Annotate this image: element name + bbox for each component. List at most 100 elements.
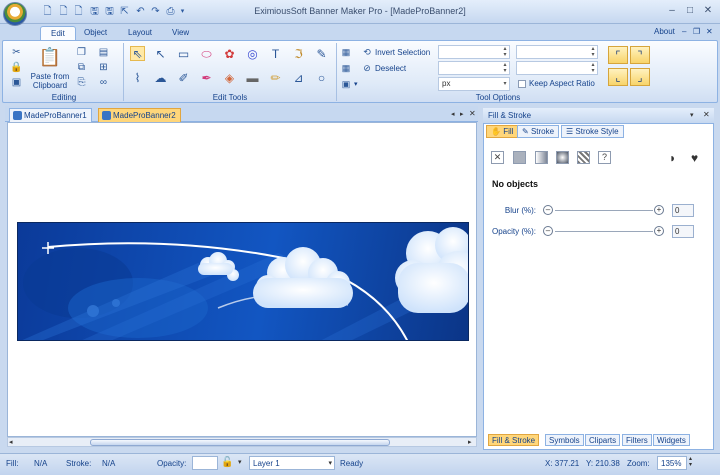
mdi-restore-button[interactable]: ❐ xyxy=(693,27,700,36)
tab-widgets[interactable]: Widgets xyxy=(653,434,690,446)
tab-symbols[interactable]: Symbols xyxy=(545,434,584,446)
align-top-left-icon[interactable]: ⌜ xyxy=(608,46,628,64)
tab-view[interactable]: View xyxy=(162,26,199,40)
spray-tool-icon[interactable]: ☁ xyxy=(153,70,168,85)
align-bottom-left-icon[interactable]: ⌞ xyxy=(608,68,628,86)
blur-increase-icon[interactable]: + xyxy=(654,205,664,215)
scroll-right-icon[interactable]: ▸ xyxy=(468,438,472,446)
mdi-close-button[interactable]: ✕ xyxy=(706,27,713,36)
align-top-right-icon[interactable]: ⌝ xyxy=(630,46,650,64)
duplicate-icon[interactable]: ⧉ xyxy=(74,60,89,75)
y-position-input[interactable]: ▴ ▾ xyxy=(438,61,510,75)
layer-dropdown-icon[interactable]: ▾ xyxy=(238,458,242,466)
pen-tool-icon[interactable]: ✒ xyxy=(199,70,214,85)
close-button[interactable]: ✕ xyxy=(701,5,715,17)
tab-filters[interactable]: Filters xyxy=(622,434,652,446)
tab-scroll-left-icon[interactable]: ◂ xyxy=(451,110,455,118)
opacity-decrease-icon[interactable]: – xyxy=(543,226,553,236)
text-style-tool-icon[interactable]: ℑ xyxy=(291,46,306,61)
opacity-increase-icon[interactable]: + xyxy=(654,226,664,236)
deselect-button[interactable]: ⊘ Deselect xyxy=(362,63,406,73)
no-paint-icon[interactable]: ✕ xyxy=(491,151,504,164)
zoom-tool-icon[interactable]: ○ xyxy=(314,70,329,85)
flat-color-icon[interactable] xyxy=(513,151,526,164)
select-tool-icon[interactable]: ⇖ xyxy=(130,46,145,61)
spiral-tool-icon[interactable]: ◎ xyxy=(245,46,260,61)
maximize-button[interactable]: □ xyxy=(683,5,697,17)
keep-aspect-checkbox[interactable]: Keep Aspect Ratio xyxy=(518,79,595,88)
height-input[interactable]: ▴ ▾ xyxy=(516,61,598,75)
gradient-tool-icon[interactable]: ▬ xyxy=(245,70,260,85)
tweak-tool-icon[interactable]: ⌇ xyxy=(130,70,145,85)
cut-icon[interactable]: ✂ xyxy=(9,45,24,60)
tab-cliparts[interactable]: Cliparts xyxy=(585,434,621,446)
tab-stroke-style[interactable]: ☰ Stroke Style xyxy=(561,125,624,138)
unset-paint-icon[interactable]: ? xyxy=(598,151,611,164)
doc-tab-madeprobanner1[interactable]: MadeProBanner1 xyxy=(9,108,92,122)
tab-stroke[interactable]: ✎ Stroke xyxy=(517,125,560,138)
select-all-icon[interactable]: ▦ xyxy=(341,47,351,57)
panel-close-icon[interactable]: ✕ xyxy=(703,110,710,119)
tab-scroll-right-icon[interactable]: ▸ xyxy=(460,110,464,118)
opacity-status-input[interactable] xyxy=(192,456,218,470)
link-icon[interactable]: ∞ xyxy=(96,75,111,90)
tab-object[interactable]: Object xyxy=(74,26,117,40)
opacity-input[interactable]: 0 xyxy=(672,225,694,238)
pencil-tool-icon[interactable]: ✏ xyxy=(268,70,283,85)
about-menu[interactable]: About xyxy=(654,27,675,36)
tab-edit[interactable]: Edit xyxy=(40,26,76,40)
chevron-down-icon: ▾ xyxy=(503,81,507,87)
delete-icon[interactable]: ▣ xyxy=(9,75,24,90)
scrollbar-thumb[interactable] xyxy=(90,439,390,446)
connector-tool-icon[interactable]: ⊿ xyxy=(291,70,306,85)
minimize-button[interactable]: – xyxy=(665,5,679,17)
close-document-icon[interactable]: ✕ xyxy=(469,109,476,118)
pattern-icon[interactable] xyxy=(577,151,590,164)
layer-select[interactable]: Layer 1 ▾ xyxy=(249,456,335,470)
select-same-icon[interactable]: ▦ xyxy=(341,63,351,73)
tab-layout[interactable]: Layout xyxy=(118,26,162,40)
fill-rule-nonzero-icon[interactable]: ♥ xyxy=(691,151,698,165)
zoom-spin-icon[interactable]: ▴ ▾ xyxy=(689,456,692,468)
lock-layer-icon[interactable]: 🔓 xyxy=(221,457,233,468)
paste-icon[interactable]: 📋 xyxy=(39,46,61,68)
align-bottom-right-icon[interactable]: ⌟ xyxy=(630,68,650,86)
x-position-input[interactable]: ▴ ▾ xyxy=(438,45,510,59)
copy-icon[interactable]: ❐ xyxy=(74,45,89,60)
linear-gradient-icon[interactable] xyxy=(535,151,548,164)
banner-artwork[interactable] xyxy=(17,222,469,341)
app-menu-button[interactable] xyxy=(3,2,27,26)
width-input[interactable]: ▴ ▾ xyxy=(516,45,598,59)
separator xyxy=(336,43,337,101)
doc-tab-madeprobanner2[interactable]: MadeProBanner2 xyxy=(98,108,181,122)
blur-slider[interactable] xyxy=(555,210,653,211)
zoom-input[interactable]: 135% xyxy=(657,456,687,470)
group-icon[interactable]: ▤ xyxy=(96,45,111,60)
paste-from-clipboard-button[interactable]: Paste from Clipboard xyxy=(27,72,73,90)
tab-fill[interactable]: ✋ Fill xyxy=(486,125,519,138)
ungroup-icon[interactable]: ⊞ xyxy=(96,60,111,75)
lock-icon[interactable]: 🔒 xyxy=(9,60,24,75)
clone-icon[interactable]: ⎘ xyxy=(74,75,89,90)
blur-input[interactable]: 0 xyxy=(672,204,694,217)
panel-menu-icon[interactable]: ▾ xyxy=(690,111,694,119)
scroll-left-icon[interactable]: ◂ xyxy=(9,438,13,446)
eraser-tool-icon[interactable]: ◈ xyxy=(222,70,237,85)
blur-decrease-icon[interactable]: – xyxy=(543,205,553,215)
star-tool-icon[interactable]: ✿ xyxy=(222,46,237,61)
tab-fill-and-stroke[interactable]: Fill & Stroke xyxy=(488,434,540,446)
banner-illustration xyxy=(22,227,468,340)
selection-options-dropdown[interactable]: ▣ ▾ xyxy=(341,79,358,89)
radial-gradient-icon[interactable] xyxy=(556,151,569,164)
freehand-tool-icon[interactable]: ✐ xyxy=(176,70,191,85)
node-tool-icon[interactable]: ↖ xyxy=(153,46,168,61)
rectangle-tool-icon[interactable]: ▭ xyxy=(176,46,191,61)
text-tool-icon[interactable]: T xyxy=(268,46,283,61)
ellipse-tool-icon[interactable]: ⬭ xyxy=(199,46,214,61)
fill-rule-evenodd-icon[interactable]: ◗ xyxy=(669,151,676,165)
invert-selection-button[interactable]: ⟲ Invert Selection xyxy=(362,47,430,57)
calligraphy-tool-icon[interactable]: ✎ xyxy=(314,46,329,61)
mdi-minimize-button[interactable]: – xyxy=(682,27,686,36)
unit-select[interactable]: px ▾ xyxy=(438,77,510,91)
opacity-slider[interactable] xyxy=(555,231,653,232)
